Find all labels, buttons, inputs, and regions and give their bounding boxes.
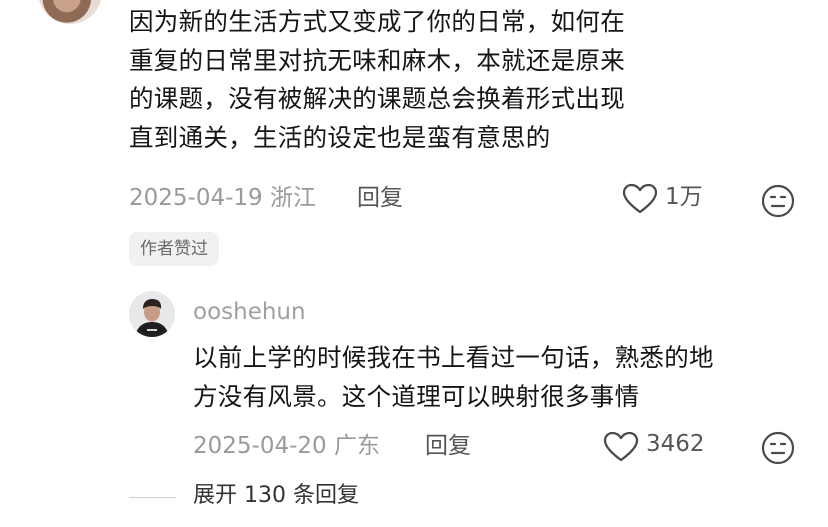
author-liked-badge: 作者赞过 xyxy=(129,232,219,266)
heart-outline-icon xyxy=(603,431,639,462)
comment-text: 因为新的生活方式又变成了你的日常，如何在 重复的日常里对抗无味和麻木，本就还是原… xyxy=(129,3,729,157)
reply-text: 以前上学的时候我在书上看过一句话，熟悉的地 方没有风景。这个道理可以映射很多事情 xyxy=(193,339,793,416)
avatar-photo xyxy=(129,291,175,337)
comment-reply-button[interactable]: 回复 xyxy=(357,183,403,213)
expand-replies-button[interactable]: 展开 130 条回复 xyxy=(193,481,359,511)
expand-divider xyxy=(129,497,176,498)
comment-line: 因为新的生活方式又变成了你的日常，如何在 xyxy=(129,7,625,36)
reply-date-location: 2025-04-20 广东 xyxy=(193,433,380,459)
comment-like-count: 1万 xyxy=(665,184,703,210)
reply-line: 方没有风景。这个道理可以映射很多事情 xyxy=(193,381,640,411)
comment-line: 重复的日常里对抗无味和麻木，本就还是原来 xyxy=(129,45,625,75)
reply-reply-button[interactable]: 回复 xyxy=(425,431,471,461)
reply-dislike-button[interactable] xyxy=(761,431,795,465)
comment-line: 直到通关，生活的设定也是蛮有意思的 xyxy=(129,122,551,152)
reply-avatar[interactable] xyxy=(129,291,175,337)
commenter-avatar[interactable] xyxy=(38,0,102,24)
reply-like-button[interactable] xyxy=(603,431,639,463)
comment-like-button[interactable] xyxy=(622,183,658,215)
heart-outline-icon xyxy=(622,183,658,214)
comment-date-location: 2025-04-19 浙江 xyxy=(129,185,316,211)
meh-face-icon xyxy=(761,431,795,465)
comment-line: 的课题，没有被解决的课题总会换着形式出现 xyxy=(129,84,625,113)
reply-username[interactable]: ooshehun xyxy=(193,296,306,328)
meh-face-icon xyxy=(761,184,795,218)
comment-dislike-button[interactable] xyxy=(761,184,795,218)
reply-line: 以前上学的时候我在书上看过一句话，熟悉的地 xyxy=(193,343,714,372)
reply-like-count: 3462 xyxy=(646,431,705,457)
